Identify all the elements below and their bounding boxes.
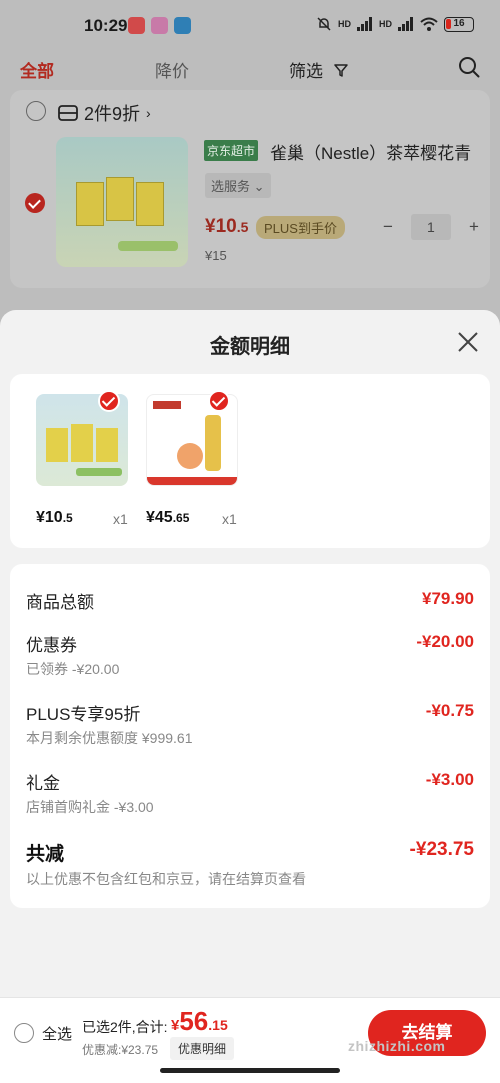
product-image-label: [118, 241, 178, 251]
tab-filter-label: 筛选: [289, 62, 323, 81]
signal-icon: [398, 17, 413, 31]
discount-detail-card: 商品总额 ¥79.90 优惠券 -¥20.00 已领券 -¥20.00 PLUS…: [10, 564, 490, 908]
item-qty: x1: [113, 511, 128, 527]
battery-icon: 16: [444, 16, 474, 32]
promo-banner[interactable]: 2件9折 ›: [58, 100, 151, 126]
total-dec: .15: [208, 1017, 228, 1033]
product-image-label: [147, 477, 237, 485]
item-price-dec: .5: [62, 511, 73, 525]
app-notification-icon: [151, 17, 168, 34]
total-discount-label: 共减: [26, 844, 65, 865]
coupon-sub: 已领券 -¥20.00: [26, 661, 120, 677]
product-image-label: [153, 401, 181, 409]
coupon-value: -¥20.00: [416, 632, 474, 651]
plus-discount-value: -¥0.75: [425, 701, 474, 720]
discount-summary: 优惠减:¥23.75: [82, 1043, 159, 1057]
item-price-dec: .5: [236, 219, 249, 235]
goods-total-value: ¥79.90: [422, 589, 474, 608]
service-label: 选服务: [211, 179, 251, 194]
selected-total: ¥56.15: [171, 1006, 228, 1037]
item-checked-icon[interactable]: [25, 193, 45, 213]
item-checked-icon: [208, 390, 230, 412]
amount-detail-sheet: 金额明细 ¥10.5 x1 ¥45.65 x1 商品总额 ¥79.90 优惠券 …: [0, 310, 500, 1083]
tab-all[interactable]: 全部: [20, 57, 54, 82]
mute-bell-icon: [317, 17, 331, 31]
goods-total-label: 商品总额: [26, 593, 94, 612]
promo-label: 2件9折: [84, 104, 141, 124]
item-price-int: ¥45: [146, 509, 173, 526]
filter-icon: [333, 64, 348, 77]
quantity-stepper: − 1 +: [383, 214, 479, 240]
plus-price-tag: PLUS到手价: [256, 216, 345, 239]
status-app-icons: [128, 17, 191, 34]
item-qty: x1: [222, 511, 237, 527]
original-price: ¥15: [205, 248, 227, 263]
tab-price-drop[interactable]: 降价: [155, 57, 189, 82]
coupon-label: 优惠券: [26, 636, 77, 655]
home-indicator[interactable]: [160, 1068, 340, 1073]
gift-label: 礼金: [26, 774, 60, 793]
total-discount-note: 以上优惠不包含红包和京豆，请在结算页查看: [26, 871, 306, 887]
select-all-radio[interactable]: [14, 1023, 34, 1043]
select-all-label[interactable]: 全选: [42, 1023, 72, 1044]
product-image-box: [76, 182, 104, 226]
selected-items-card: ¥10.5 x1 ¥45.65 x1: [10, 374, 490, 548]
status-indicators: HD HD 16: [316, 16, 474, 32]
signal-icon: [357, 17, 372, 31]
item-price: ¥10.5: [205, 216, 248, 238]
coupon-icon: [58, 105, 78, 121]
product-image-box: [136, 182, 164, 226]
hd-label: HD: [338, 19, 351, 29]
item-price: ¥45.65: [146, 509, 189, 527]
product-image-box: [106, 177, 134, 221]
gift-value: -¥3.00: [425, 770, 474, 789]
item-price-int: ¥10: [36, 509, 63, 526]
app-notification-icon: [174, 17, 191, 34]
total-discount-value: -¥23.75: [409, 839, 474, 860]
item-price-dec: .65: [172, 511, 190, 525]
app-notification-icon: [128, 17, 145, 34]
cart-tabs: 全部 降价 筛选: [0, 50, 500, 88]
product-image-bottle: [205, 415, 221, 471]
chevron-down-icon: ⌄: [253, 179, 265, 194]
status-bar: 10:29 HD HD 16: [0, 0, 500, 50]
hd-label: HD: [379, 19, 392, 29]
decrease-button[interactable]: −: [383, 217, 393, 237]
plus-discount-sub: 本月剩余优惠额度 ¥999.61: [26, 730, 193, 746]
total-int: 56: [179, 1006, 209, 1036]
product-name[interactable]: 雀巢（Nestle）茶萃樱花青: [270, 139, 485, 164]
shop-select-radio[interactable]: [26, 101, 46, 121]
select-service-button[interactable]: 选服务 ⌄: [205, 173, 271, 198]
product-image-label: [76, 468, 122, 476]
status-time: 10:29: [84, 16, 128, 35]
item-price-int: ¥10: [205, 216, 237, 237]
item-checked-icon: [98, 390, 120, 412]
chevron-right-icon: ›: [146, 105, 151, 121]
discount-detail-button[interactable]: 优惠明细: [170, 1037, 235, 1060]
search-icon[interactable]: [458, 56, 480, 78]
product-image-box: [71, 424, 93, 462]
wifi-icon: [420, 17, 438, 31]
store-tag: 京东超市: [204, 140, 259, 161]
sheet-title: 金额明细: [210, 336, 290, 358]
gift-sub: 店铺首购礼金 -¥3.00: [26, 799, 154, 815]
close-icon[interactable]: [456, 330, 480, 354]
product-thumbnail[interactable]: [56, 137, 188, 267]
watermark: zhizhizhi.com: [348, 1038, 446, 1054]
item-price: ¥10.5: [36, 509, 73, 527]
selected-count: 已选2件,合计:: [82, 1019, 168, 1035]
tab-filter[interactable]: 筛选: [289, 57, 348, 82]
plus-discount-label: PLUS专享95折: [26, 705, 141, 724]
quantity-input[interactable]: 1: [410, 214, 451, 240]
product-image-box: [46, 428, 68, 462]
product-image-box: [96, 428, 118, 462]
increase-button[interactable]: +: [469, 217, 479, 237]
product-image-fruit: [177, 443, 203, 469]
